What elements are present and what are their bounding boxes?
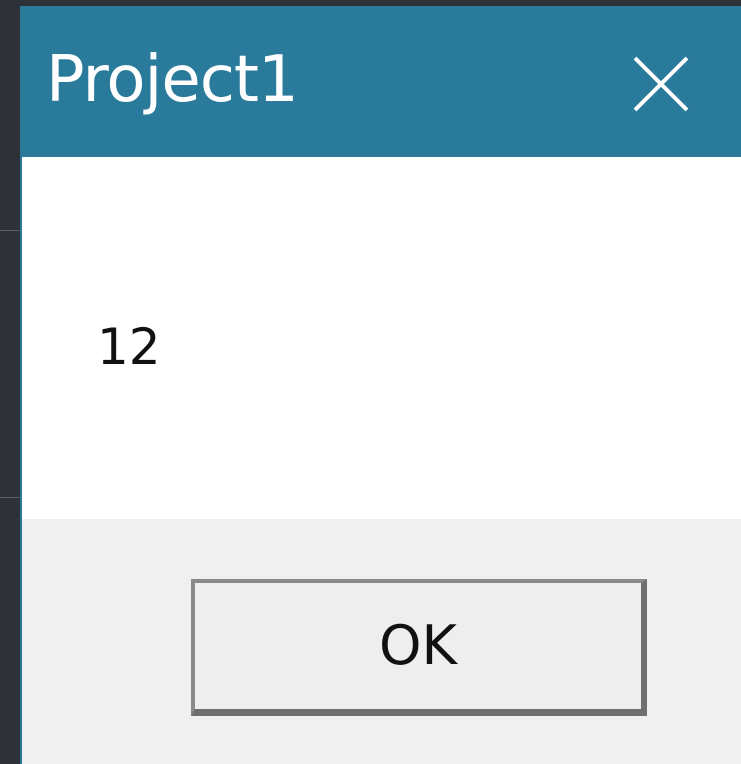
dialog-title: Project1 [46,43,299,117]
dialog-footer: OK [22,519,741,764]
message-text: 12 [97,318,161,376]
close-button[interactable] [621,44,701,124]
ok-button-label: OK [379,613,457,677]
close-icon [633,56,689,112]
message-box-dialog: Project1 12 OK [20,6,741,764]
backdrop-separator [0,230,20,231]
backdrop-separator [0,497,20,498]
dialog-content: 12 [22,157,741,519]
dialog-titlebar[interactable]: Project1 [22,6,741,157]
ok-button[interactable]: OK [191,579,647,716]
